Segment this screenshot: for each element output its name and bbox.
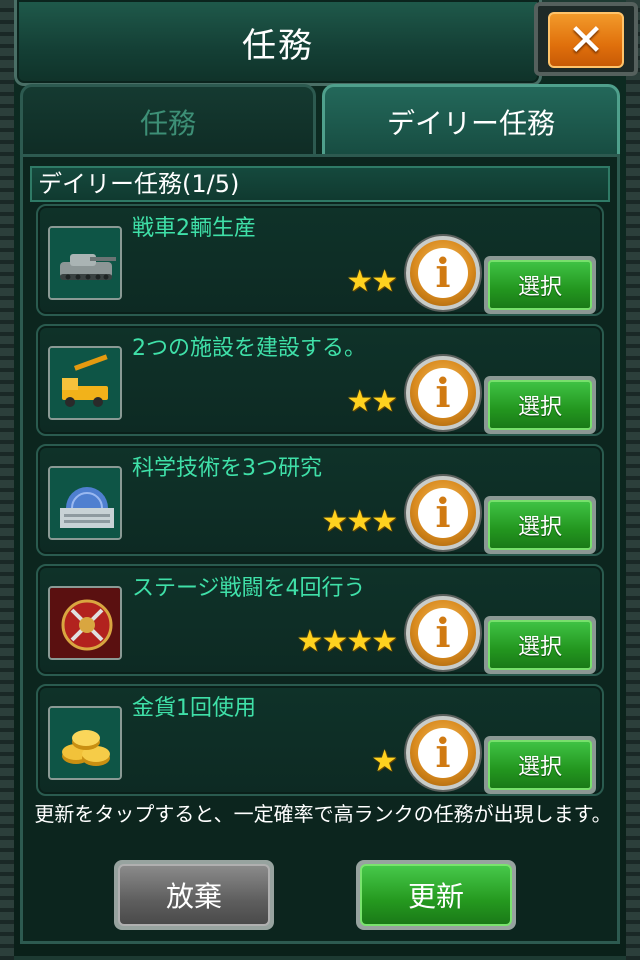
- info-button[interactable]: i: [406, 356, 480, 430]
- research-dome-icon: [48, 466, 122, 540]
- quest-card: 戦車2輌生産 ★★ i 選択: [36, 204, 604, 316]
- info-button[interactable]: i: [406, 716, 480, 790]
- info-button[interactable]: i: [406, 236, 480, 310]
- update-button[interactable]: 更新: [356, 860, 516, 930]
- page-title: 任務: [242, 26, 314, 66]
- select-button-label: 選択: [488, 260, 592, 310]
- select-button[interactable]: 選択: [484, 376, 596, 434]
- info-icon: i: [418, 368, 468, 418]
- tank-icon: [48, 226, 122, 300]
- info-icon: i: [418, 488, 468, 538]
- left-frame-rail: [0, 0, 14, 960]
- abandon-button[interactable]: 放棄: [114, 860, 274, 930]
- select-button[interactable]: 選択: [484, 496, 596, 554]
- update-button-label: 更新: [360, 864, 512, 926]
- quest-title: ステージ戦闘を4回行う: [132, 576, 366, 601]
- quest-title: 金貨1回使用: [132, 696, 256, 721]
- star-rating: ★★: [346, 264, 398, 299]
- star-rating: ★★★: [321, 504, 398, 539]
- info-icon: i: [418, 608, 468, 658]
- quest-title: 戦車2輌生産: [132, 216, 256, 241]
- close-icon[interactable]: ✕: [548, 12, 624, 68]
- quest-card: 科学技術を3つ研究 ★★★ i 選択: [36, 444, 604, 556]
- crane-truck-icon: [48, 346, 122, 420]
- select-button-label: 選択: [488, 740, 592, 790]
- info-button[interactable]: i: [406, 476, 480, 550]
- select-button[interactable]: 選択: [484, 616, 596, 674]
- close-button[interactable]: ✕: [534, 2, 638, 76]
- quest-title: 2つの施設を建設する。: [132, 336, 366, 361]
- star-rating: ★★★★: [296, 624, 398, 659]
- tab-missions[interactable]: 任務: [20, 84, 316, 156]
- select-button[interactable]: 選択: [484, 256, 596, 314]
- info-button[interactable]: i: [406, 596, 480, 670]
- refresh-notice: 更新をタップすると、一定確率で高ランクの任務が出現します。: [34, 802, 612, 826]
- quest-card: 2つの施設を建設する。 ★★ i 選択: [36, 324, 604, 436]
- select-button-label: 選択: [488, 620, 592, 670]
- info-icon: i: [418, 248, 468, 298]
- quest-card: 金貨1回使用 ★ i 選択: [36, 684, 604, 796]
- title-bar: 任務: [14, 0, 542, 86]
- select-button-label: 選択: [488, 380, 592, 430]
- abandon-button-label: 放棄: [118, 864, 270, 926]
- select-button[interactable]: 選択: [484, 736, 596, 794]
- star-rating: ★: [371, 744, 398, 779]
- battle-emblem-icon: [48, 586, 122, 660]
- daily-mission-header: デイリー任務(1/5): [30, 166, 610, 202]
- quest-title: 科学技術を3つ研究: [132, 456, 322, 481]
- star-rating: ★★: [346, 384, 398, 419]
- select-button-label: 選択: [488, 500, 592, 550]
- right-frame-rail: [626, 0, 640, 960]
- quest-card: ステージ戦闘を4回行う ★★★★ i 選択: [36, 564, 604, 676]
- info-icon: i: [418, 728, 468, 778]
- tab-daily-missions[interactable]: デイリー任務: [322, 84, 620, 156]
- gold-coins-icon: [48, 706, 122, 780]
